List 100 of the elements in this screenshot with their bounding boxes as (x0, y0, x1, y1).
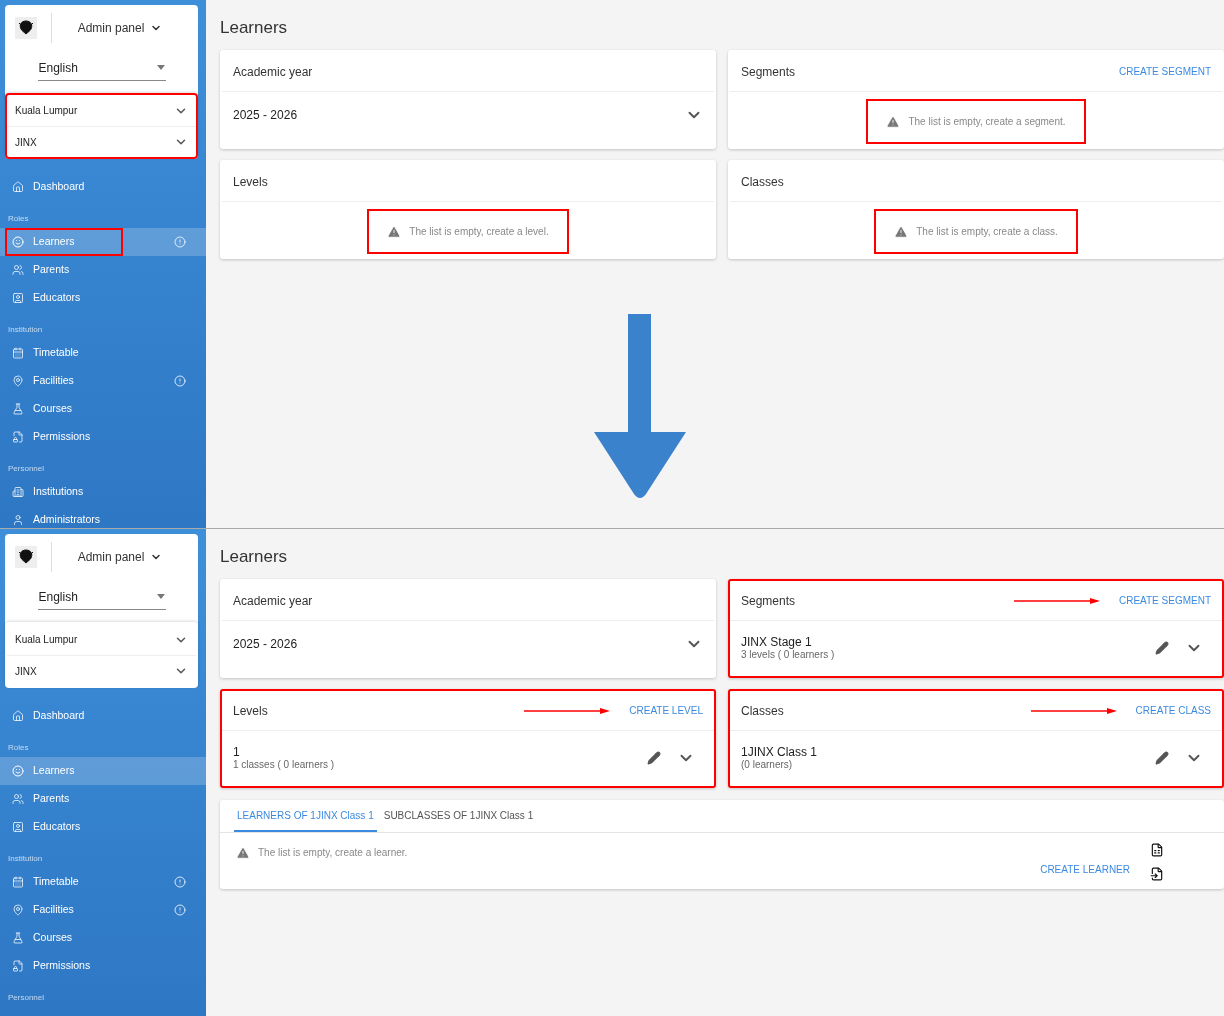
nav-item-link[interactable]: Timetable (5, 868, 91, 896)
warning-icon (236, 845, 250, 860)
nav-item[interactable]: Permissions (0, 952, 206, 980)
create-button[interactable]: CREATE CLASS (1124, 699, 1222, 722)
nav-item-link[interactable]: Courses (5, 395, 85, 423)
nav-item-link[interactable]: Learners (5, 228, 123, 256)
nav-section-heading: Roles (7, 742, 30, 754)
flask-icon (12, 403, 24, 415)
empty-message: The list is empty, create a learner. (234, 843, 1041, 862)
calendar-icon (12, 347, 24, 359)
panel-dropdown[interactable]: Admin panel (52, 548, 188, 566)
nav-item-link[interactable]: Parents (5, 785, 82, 813)
nav-item-link[interactable]: Institutions (5, 478, 96, 506)
nav-item[interactable]: Courses (0, 395, 206, 423)
card-title: Academic year (233, 63, 313, 81)
item-name: 1JINX Class 1 (741, 745, 819, 759)
nav-item-link[interactable]: Dashboard (5, 702, 97, 730)
academic-year-select[interactable]: 2025 - 2026 (222, 92, 714, 124)
nav-section-heading: Roles (7, 213, 30, 225)
academic-year-select[interactable]: 2025 - 2026 (222, 621, 714, 653)
nav-item[interactable]: Permissions (0, 423, 206, 451)
card-title: Academic year (233, 592, 313, 610)
warning-icon (894, 224, 909, 239)
tab[interactable]: SUBCLASSES OF 1JINX Class 1 (380, 800, 537, 832)
nav-item[interactable]: Parents (0, 785, 206, 813)
map-pin-icon (12, 904, 24, 916)
nav-item-link[interactable]: Educators (5, 813, 93, 841)
nav-item[interactable]: Learners (0, 228, 206, 256)
nav-item-link[interactable]: Permissions (5, 952, 103, 980)
home-icon (12, 181, 24, 193)
card-title: Segments (741, 63, 796, 81)
spreadsheet-icon[interactable] (1150, 843, 1164, 857)
nav-item-link[interactable]: Courses (5, 924, 85, 952)
nav-section-heading: Institution (7, 853, 44, 865)
face-icon (12, 765, 24, 777)
nav-item[interactable]: Dashboard (0, 702, 206, 730)
tab[interactable]: LEARNERS OF 1JINX Class 1 (234, 800, 377, 832)
list-item[interactable]: JINX Stage 1 3 levels ( 0 learners ) (730, 621, 1222, 661)
location-select[interactable]: JINX (7, 655, 196, 686)
building-icon (12, 486, 24, 498)
edit-icon[interactable] (1155, 751, 1169, 765)
nav-item-link[interactable]: Parents (5, 256, 82, 284)
nav-item-link[interactable]: Learners (5, 757, 87, 785)
item-name: 1 (233, 745, 241, 759)
card-title: Levels (233, 173, 268, 191)
item-detail: 1 classes ( 0 learners ) (233, 759, 336, 771)
home-icon (12, 710, 24, 722)
nav-item-link[interactable]: Timetable (5, 339, 91, 367)
nav-item-link[interactable]: Administrators (5, 506, 113, 528)
empty-message: The list is empty, create a level. (367, 209, 569, 254)
location-select[interactable]: Kuala Lumpur (7, 624, 196, 655)
person-badge-icon (12, 292, 24, 304)
flask-icon (12, 932, 24, 944)
nav-item[interactable]: Parents (0, 256, 206, 284)
warning-icon (387, 224, 402, 239)
edit-icon[interactable] (647, 751, 661, 765)
create-button[interactable]: CREATE SEGMENT (1107, 60, 1222, 83)
people-icon (12, 264, 24, 276)
nav-item[interactable]: Educators (0, 284, 206, 312)
nav-item-link[interactable]: Facilities (5, 896, 86, 924)
logo-icon (15, 546, 37, 568)
nav-item-link[interactable]: Dashboard (5, 173, 97, 201)
edit-icon[interactable] (1155, 641, 1169, 655)
list-item[interactable]: 1JINX Class 1 (0 learners) (730, 731, 1222, 771)
nav-item[interactable]: Facilities (0, 896, 206, 924)
card-title: Levels (233, 702, 268, 720)
empty-message: The list is empty, create a class. (874, 209, 1078, 254)
logo-icon (15, 17, 37, 39)
create-learner-button[interactable]: CREATE LEARNER (1040, 861, 1130, 877)
create-button[interactable]: CREATE SEGMENT (1107, 589, 1222, 612)
nav-item-link[interactable]: Facilities (5, 367, 86, 395)
nav-section-heading: Personnel (7, 992, 46, 1004)
nav-item[interactable]: Courses (0, 924, 206, 952)
nav-section-heading: Institution (7, 324, 44, 336)
calendar-icon (12, 876, 24, 888)
dropdown-caret-icon (156, 594, 165, 599)
location-select[interactable]: JINX (7, 126, 196, 157)
nav-item-link[interactable]: Permissions (5, 423, 103, 451)
language-select[interactable]: English (37, 55, 166, 81)
nav-section-heading: Personnel (7, 463, 46, 475)
nav-item[interactable]: Educators (0, 813, 206, 841)
face-icon (12, 236, 24, 248)
nav-item[interactable]: Institutions (0, 478, 206, 506)
language-select[interactable]: English (37, 584, 166, 610)
list-item[interactable]: 1 1 classes ( 0 learners ) (222, 731, 714, 771)
nav-item[interactable]: Administrators (0, 506, 206, 528)
nav-item[interactable]: Dashboard (0, 173, 206, 201)
card-title: Classes (741, 173, 784, 191)
card-title: Classes (741, 702, 784, 720)
map-pin-icon (12, 375, 24, 387)
location-select[interactable]: Kuala Lumpur (7, 95, 196, 126)
panel-dropdown[interactable]: Admin panel (52, 19, 188, 37)
nav-item[interactable]: Timetable (0, 868, 206, 896)
file-import-icon[interactable] (1150, 867, 1164, 881)
nav-item[interactable]: Facilities (0, 367, 206, 395)
empty-message: The list is empty, create a segment. (866, 99, 1086, 144)
nav-item[interactable]: Learners (0, 757, 206, 785)
create-button[interactable]: CREATE LEVEL (618, 699, 714, 722)
nav-item-link[interactable]: Educators (5, 284, 93, 312)
nav-item[interactable]: Timetable (0, 339, 206, 367)
